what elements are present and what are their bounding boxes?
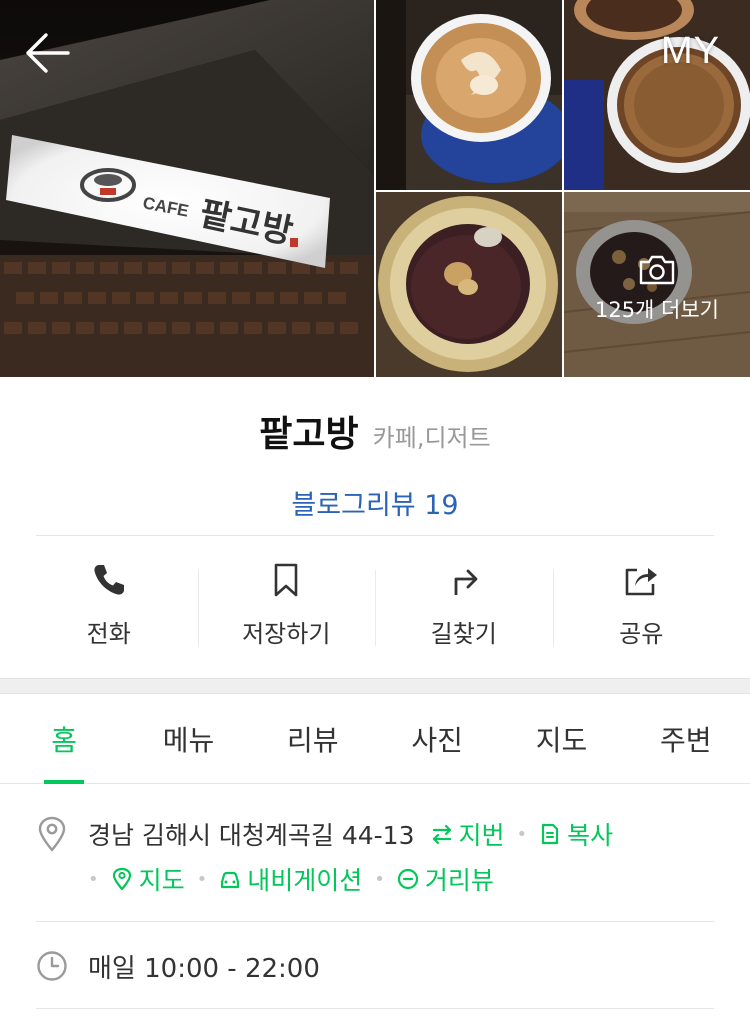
my-button[interactable]: MY	[661, 30, 720, 73]
share-icon	[625, 568, 658, 596]
tab-photos[interactable]: 사진	[375, 694, 499, 783]
directions-label: 길찾기	[430, 620, 497, 648]
share-label: 공유	[619, 620, 664, 648]
copy-button[interactable]: 복사	[539, 816, 613, 852]
place-name: 팥고방	[259, 414, 359, 455]
map-link[interactable]: 지도	[111, 861, 185, 897]
clock-icon	[37, 951, 67, 981]
jibun-button[interactable]: 지번	[431, 816, 505, 852]
streetview-label: 거리뷰	[424, 866, 494, 895]
photo-patjuk[interactable]	[376, 192, 562, 377]
section-separator	[0, 678, 750, 694]
americano-image	[564, 0, 750, 190]
more-photos-button[interactable]: 125개 더보기	[564, 192, 750, 377]
divider	[36, 921, 714, 922]
tab-bar: 홈 메뉴 리뷰 사진 지도 주변	[0, 694, 750, 784]
photo-latte[interactable]	[376, 0, 562, 190]
divider	[36, 1008, 714, 1009]
phone-icon	[94, 565, 124, 595]
jibun-label: 지번	[458, 821, 505, 850]
copy-label: 복사	[567, 821, 614, 850]
divider	[36, 535, 714, 536]
latte-image	[376, 0, 562, 190]
back-arrow-icon	[26, 33, 70, 73]
address-text: 경남 김해시 대청계곡길 44-13	[88, 821, 415, 850]
bookmark-icon	[274, 563, 298, 597]
map-link-label: 지도	[138, 866, 185, 895]
directions-icon	[454, 569, 478, 595]
navigation-link[interactable]: 내비게이션	[219, 861, 362, 897]
separator-dot: •	[374, 868, 385, 890]
separator-dot: •	[516, 823, 528, 845]
camera-icon	[639, 255, 675, 284]
copy-icon	[542, 823, 559, 845]
tab-home[interactable]: 홈	[2, 694, 126, 783]
directions-button[interactable]: 길찾기	[375, 562, 553, 652]
swap-icon	[432, 824, 451, 845]
navigation-label: 내비게이션	[247, 866, 363, 895]
business-hours: 매일 10:00 - 22:00	[88, 954, 320, 984]
action-bar: 전화 저장하기 길찾기 공유	[20, 562, 730, 652]
call-button[interactable]: 전화	[20, 562, 198, 652]
tab-menu[interactable]: 메뉴	[126, 694, 250, 783]
map-pin-icon	[112, 867, 131, 891]
separator-dot: •	[196, 868, 208, 890]
car-icon	[221, 871, 240, 889]
photo-gallery: CAFE 팥고방 125개 더보기 MY	[0, 0, 750, 377]
separator-dot: •	[88, 868, 99, 890]
photo-americano[interactable]	[564, 0, 750, 190]
more-photos-label: 125개 더보기	[594, 297, 720, 322]
share-button[interactable]: 공유	[552, 562, 731, 652]
tab-map[interactable]: 지도	[499, 694, 623, 783]
blog-review-link[interactable]: 블로그리뷰 19	[291, 483, 458, 522]
streetview-link[interactable]: 거리뷰	[397, 861, 494, 897]
place-category: 카페,디저트	[372, 424, 491, 452]
tab-review[interactable]: 리뷰	[251, 694, 375, 783]
streetview-icon	[397, 868, 419, 890]
tab-nearby[interactable]: 주변	[624, 694, 748, 783]
save-button[interactable]: 저장하기	[197, 562, 376, 652]
back-button[interactable]	[22, 30, 74, 76]
patjuk-image	[376, 192, 562, 377]
place-header: 팥고방 카페,디저트 블로그리뷰 19	[0, 405, 750, 522]
location-pin-icon	[38, 816, 66, 852]
call-label: 전화	[86, 620, 131, 648]
save-label: 저장하기	[242, 620, 331, 648]
